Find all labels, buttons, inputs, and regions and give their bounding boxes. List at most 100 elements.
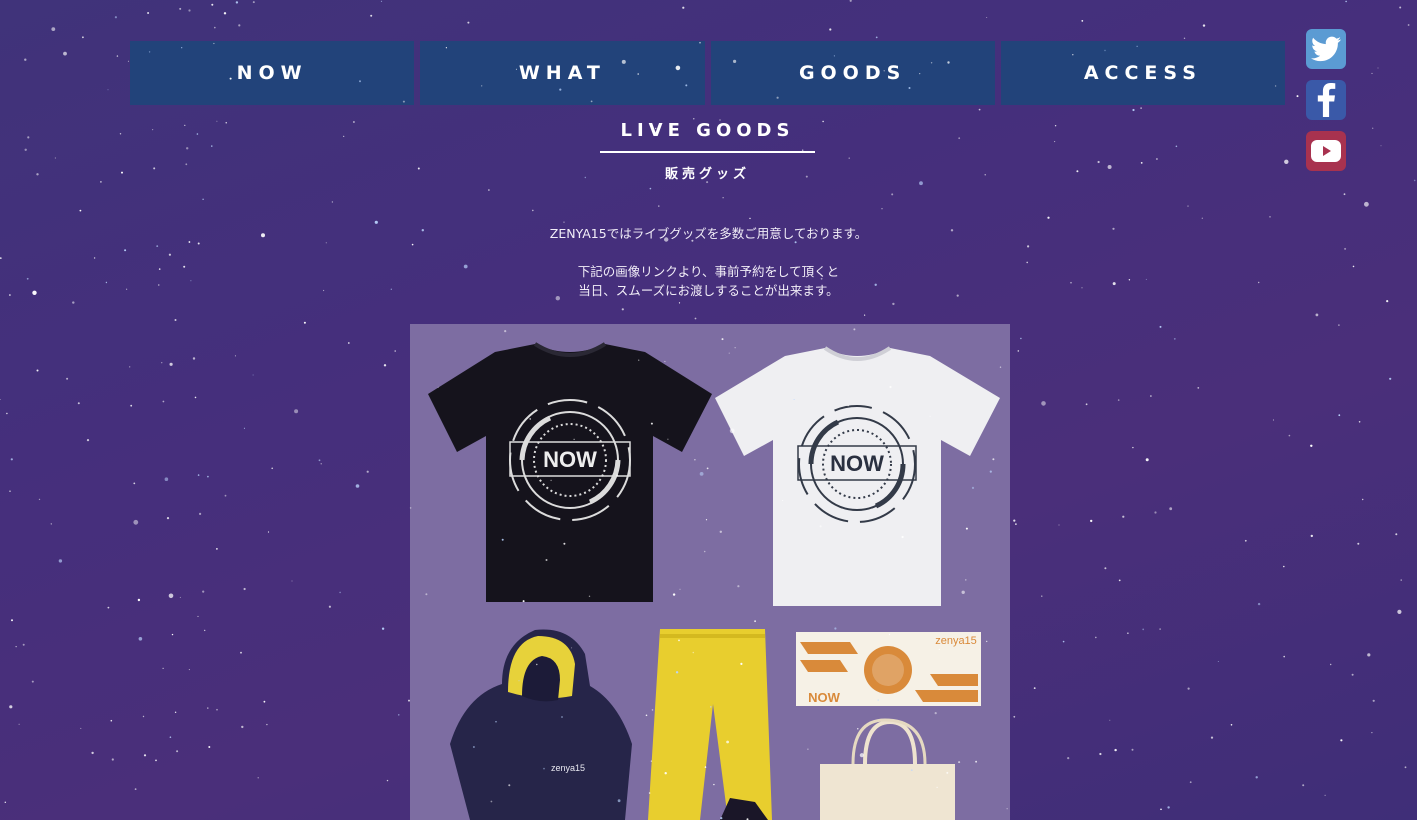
star [1097, 160, 1100, 164]
star [185, 163, 188, 166]
star [38, 498, 41, 501]
star [130, 404, 133, 407]
star [15, 646, 17, 648]
star [0, 257, 2, 259]
star [984, 174, 986, 176]
star [919, 181, 923, 186]
star [1026, 261, 1028, 264]
star [1160, 808, 1162, 811]
star [1310, 444, 1313, 447]
star [271, 467, 274, 470]
star [1284, 159, 1289, 164]
star [1047, 216, 1050, 219]
star [488, 189, 490, 191]
star [9, 705, 13, 709]
star [848, 157, 850, 159]
star [126, 288, 128, 290]
star [1324, 794, 1326, 797]
star [111, 758, 114, 761]
star [179, 7, 182, 10]
star [50, 523, 52, 525]
nav-item-access[interactable]: ACCESS [1000, 41, 1285, 105]
star [142, 715, 145, 718]
star [197, 242, 200, 245]
star [956, 294, 959, 297]
star [822, 120, 824, 123]
star [263, 700, 266, 703]
star [355, 484, 360, 488]
star [1173, 338, 1176, 340]
star [1109, 719, 1111, 721]
star [398, 714, 400, 716]
star [339, 591, 341, 594]
star [24, 148, 27, 151]
main-nav: NOW WHAT GOODS ACCESS [130, 41, 1285, 105]
nav-item-now[interactable]: NOW [130, 41, 415, 105]
star [0, 399, 1, 400]
star [22, 643, 25, 646]
star [1399, 6, 1402, 9]
star [1104, 567, 1107, 570]
star [1062, 640, 1065, 643]
star [197, 474, 200, 476]
nav-item-what[interactable]: WHAT [420, 41, 705, 105]
youtube-button[interactable] [1306, 131, 1346, 171]
star [4, 801, 7, 803]
star [1140, 107, 1142, 109]
star [133, 482, 136, 485]
star [1159, 628, 1161, 630]
star [1140, 162, 1143, 164]
star [63, 51, 67, 56]
star [1131, 748, 1134, 751]
star [1095, 636, 1097, 639]
star [91, 751, 94, 755]
star [202, 590, 205, 593]
star [1397, 609, 1402, 615]
hoodie-brand: zenya15 [551, 763, 585, 773]
star [1112, 282, 1116, 286]
star [266, 723, 268, 726]
twitter-button[interactable] [1306, 29, 1346, 69]
star [1033, 687, 1036, 689]
intro-line: 当日、スムーズにお渡しすることが出来ます。 [578, 283, 839, 298]
star [183, 265, 186, 268]
star [1400, 579, 1402, 581]
star [252, 374, 254, 376]
star [1027, 245, 1030, 248]
star [235, 1, 239, 4]
star [386, 779, 389, 782]
star [1345, 0, 1347, 3]
facebook-button[interactable] [1306, 80, 1346, 120]
star [211, 145, 213, 147]
star [682, 6, 685, 9]
star [1358, 421, 1361, 423]
star [417, 167, 420, 170]
star [318, 459, 321, 462]
star [1413, 179, 1416, 182]
star [107, 89, 109, 91]
star [72, 301, 75, 304]
star [411, 243, 414, 246]
star [1015, 523, 1017, 525]
star [1330, 663, 1332, 666]
star [137, 598, 141, 602]
star [158, 284, 160, 286]
star [192, 357, 196, 360]
star [1189, 781, 1192, 784]
star [1054, 141, 1056, 143]
star [1112, 227, 1115, 230]
nav-item-goods[interactable]: GOODS [710, 41, 995, 105]
star [143, 754, 147, 757]
intro-line: ZENYA15ではライブグッズを多数ご用意しております。 [549, 226, 868, 241]
star [563, 221, 565, 223]
towel-brand: zenya15 [935, 635, 977, 647]
star [119, 133, 122, 135]
star [54, 157, 56, 159]
goods-image-link[interactable]: NOW NOW zenya15 zenya15 NOW [410, 324, 1010, 820]
star [331, 201, 334, 203]
star [171, 633, 174, 636]
star [303, 321, 306, 324]
star [51, 27, 56, 31]
black-tshirt: NOW [428, 342, 712, 602]
star [156, 245, 159, 248]
